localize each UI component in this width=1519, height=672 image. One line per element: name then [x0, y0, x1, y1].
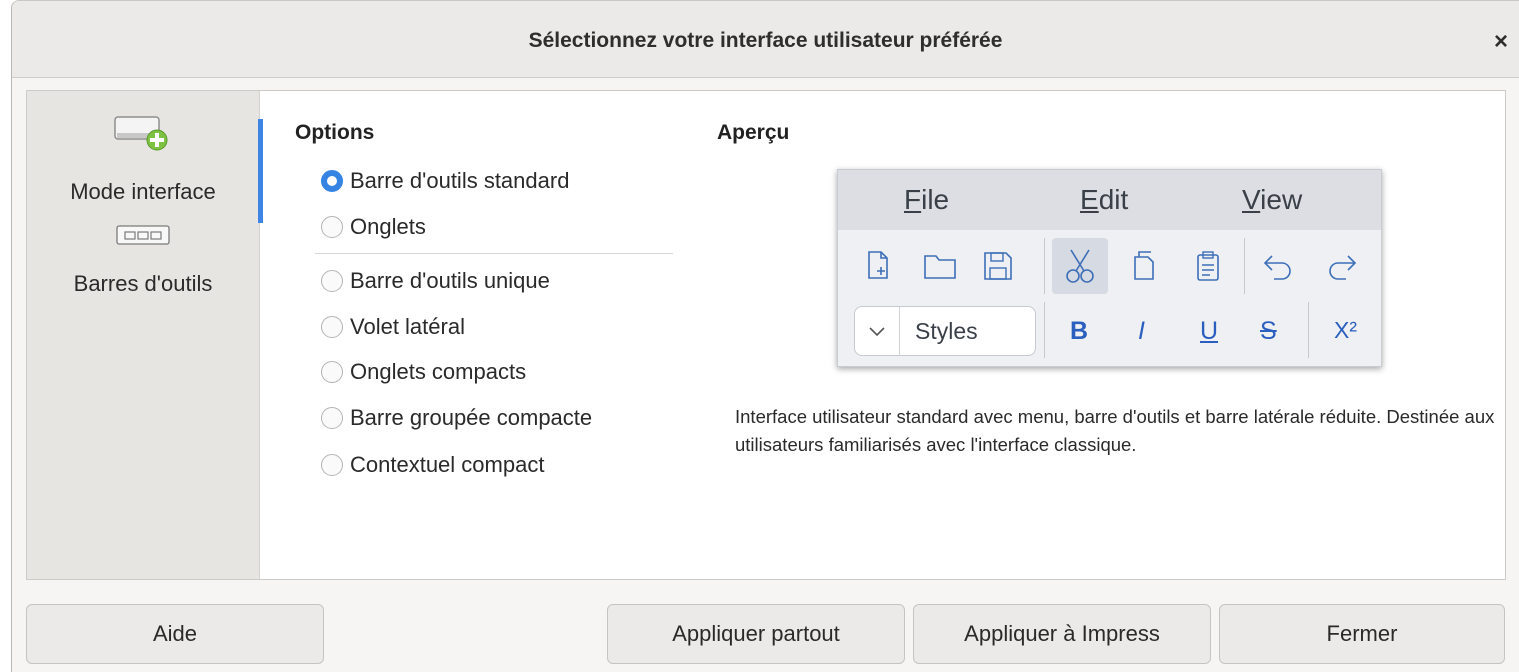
- toolbar-separator: [1044, 302, 1045, 358]
- sidebar-item-label: Barres d'outils: [73, 271, 213, 296]
- radio-button[interactable]: [321, 454, 343, 476]
- italic-icon: I: [1138, 317, 1145, 345]
- close-icon[interactable]: ×: [1489, 30, 1513, 55]
- selection-indicator: [258, 119, 263, 223]
- new-document-icon: [858, 246, 898, 286]
- preview-menu-edit: Edit: [1080, 184, 1129, 215]
- radio-button[interactable]: [321, 216, 343, 238]
- options-separator: [315, 253, 673, 254]
- copy-icon: [1124, 246, 1164, 286]
- option-label: Contextuel compact: [350, 452, 545, 477]
- radio-button[interactable]: [321, 270, 343, 292]
- option-tabbed[interactable]: Onglets: [321, 211, 426, 243]
- cut-icon: [1052, 238, 1108, 294]
- underline-icon: U: [1200, 317, 1219, 345]
- sidebar: Mode interface Barres d'outils: [27, 91, 263, 579]
- dialog-title: Sélectionnez votre interface utilisateur…: [528, 29, 1003, 52]
- open-folder-icon: [920, 246, 960, 286]
- option-single-toolbar[interactable]: Barre d'outils unique: [321, 265, 550, 297]
- preview-styles-box: Styles: [854, 306, 1036, 356]
- strikethrough-icon: S: [1260, 317, 1277, 345]
- preview-heading: Aperçu: [717, 121, 790, 144]
- radio-button-checked[interactable]: [321, 170, 343, 192]
- sidebar-item-label: Mode interface: [70, 179, 216, 204]
- toolbar-separator: [1244, 238, 1245, 294]
- apply-all-button[interactable]: Appliquer partout: [607, 604, 905, 664]
- option-groupedbar-compact[interactable]: Barre groupée compacte: [321, 402, 592, 434]
- preview-menu-view: View: [1242, 184, 1303, 215]
- titlebar: Sélectionnez votre interface utilisateur…: [12, 1, 1519, 78]
- options-heading: Options: [295, 121, 375, 144]
- preview-description: Interface utilisateur standard avec menu…: [735, 406, 1495, 455]
- chevron-down-icon: [855, 307, 900, 355]
- paste-icon: [1188, 246, 1228, 286]
- preview-menu-file: File: [904, 184, 950, 215]
- preview-styles-label: Styles: [915, 318, 978, 344]
- interface-mode-icon: [114, 116, 168, 151]
- content-panel: Mode interface Barres d'outils Options B…: [26, 90, 1506, 580]
- option-label: Onglets: [350, 214, 426, 239]
- preview-menubar: File Edit View: [838, 170, 1381, 230]
- radio-button[interactable]: [321, 316, 343, 338]
- toolbar-separator: [1308, 302, 1309, 358]
- redo-icon: [1322, 246, 1362, 286]
- superscript-icon: X²: [1334, 317, 1357, 343]
- bold-icon: B: [1070, 317, 1089, 345]
- radio-button[interactable]: [321, 407, 343, 429]
- option-tabbed-compact[interactable]: Onglets compacts: [321, 356, 526, 388]
- toolbar-separator: [1044, 238, 1045, 294]
- ui-selection-dialog: Sélectionnez votre interface utilisateur…: [11, 0, 1519, 672]
- sidebar-item-toolbars[interactable]: Barres d'outils: [27, 217, 259, 313]
- toolbar-icon: [116, 225, 170, 245]
- preview-image: File Edit View Styles B I U S X²: [837, 169, 1382, 367]
- help-button[interactable]: Aide: [26, 604, 324, 664]
- radio-button[interactable]: [321, 361, 343, 383]
- option-sidebar[interactable]: Volet latéral: [321, 311, 465, 343]
- option-contextual-compact[interactable]: Contextuel compact: [321, 449, 544, 481]
- save-icon: [978, 246, 1018, 286]
- option-label: Onglets compacts: [350, 359, 527, 384]
- option-label: Barre d'outils standard: [350, 168, 570, 193]
- option-standard-toolbar[interactable]: Barre d'outils standard: [321, 165, 569, 197]
- apply-impress-button[interactable]: Appliquer à Impress: [913, 604, 1211, 664]
- undo-icon: [1258, 246, 1298, 286]
- sidebar-item-interface-mode[interactable]: Mode interface: [27, 109, 263, 223]
- close-button[interactable]: Fermer: [1219, 604, 1505, 664]
- option-label: Barre groupée compacte: [350, 405, 593, 430]
- option-label: Barre d'outils unique: [350, 268, 550, 293]
- option-label: Volet latéral: [350, 314, 465, 339]
